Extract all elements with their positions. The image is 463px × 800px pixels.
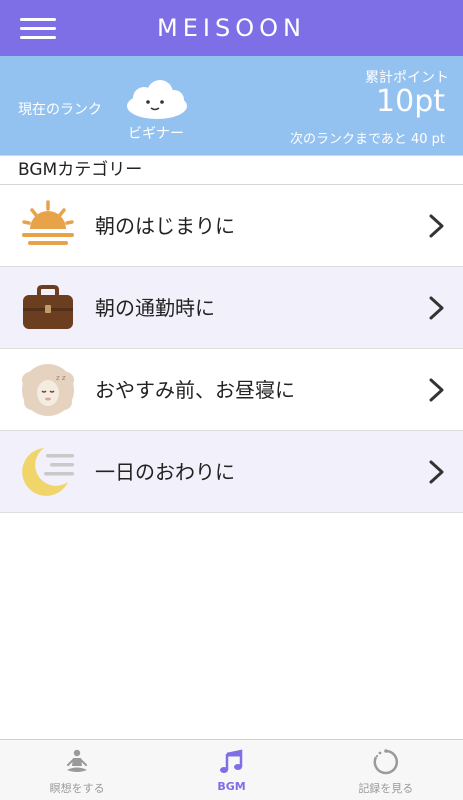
rank-panel: 現在のランク ビギナー 累計ポイント 10pt 次のランクまであと 40 pt (0, 56, 463, 155)
app-title: MEISOON (157, 14, 306, 42)
rank-name: ビギナー (128, 126, 184, 142)
bottom-tab-bar: 瞑想をする BGM 記録を見る (0, 739, 463, 800)
tab-label: BGM (217, 780, 246, 793)
app-header: MEISOON (0, 0, 463, 56)
category-label: 朝のはじまりに (95, 214, 235, 238)
category-label: 一日のおわりに (95, 460, 235, 484)
chevron-right-icon (429, 214, 444, 238)
category-label: 朝の通勤時に (95, 296, 215, 320)
category-item-commute[interactable]: 朝の通勤時に (0, 267, 463, 349)
category-item-morning-start[interactable]: 朝のはじまりに (0, 185, 463, 267)
hamburger-menu-icon[interactable] (20, 18, 56, 40)
category-list: 朝のはじまりに 朝の通勤時に z z おやすみ前、お昼寝に 一日のおわりに (0, 185, 463, 513)
meditation-icon (67, 749, 88, 772)
total-points-value: 10pt (376, 84, 445, 119)
chevron-right-icon (429, 296, 444, 320)
current-rank-label: 現在のランク (18, 102, 102, 118)
record-icon (373, 749, 398, 775)
category-item-end-of-day[interactable]: 一日のおわりに (0, 431, 463, 513)
svg-text:z z: z z (56, 374, 66, 382)
chevron-right-icon (429, 460, 444, 484)
next-rank-text: 次のランクまであと 40 pt (289, 132, 445, 147)
cloud-icon (127, 80, 187, 119)
sheep-icon: z z (22, 364, 74, 416)
category-label: おやすみ前、お昼寝に (95, 378, 295, 402)
music-note-icon (220, 749, 243, 773)
tab-meditate[interactable]: 瞑想をする (0, 740, 154, 800)
sunrise-icon (22, 200, 74, 245)
tab-label: 瞑想をする (49, 782, 105, 795)
tab-records[interactable]: 記録を見る (309, 740, 463, 800)
briefcase-icon (23, 285, 73, 329)
tab-label: 記録を見る (358, 782, 414, 795)
tab-bgm[interactable]: BGM (154, 740, 308, 800)
category-section-title: BGMカテゴリー (0, 155, 463, 185)
category-item-before-sleep[interactable]: z z おやすみ前、お昼寝に (0, 349, 463, 431)
moon-icon (22, 448, 74, 496)
chevron-right-icon (429, 378, 444, 402)
